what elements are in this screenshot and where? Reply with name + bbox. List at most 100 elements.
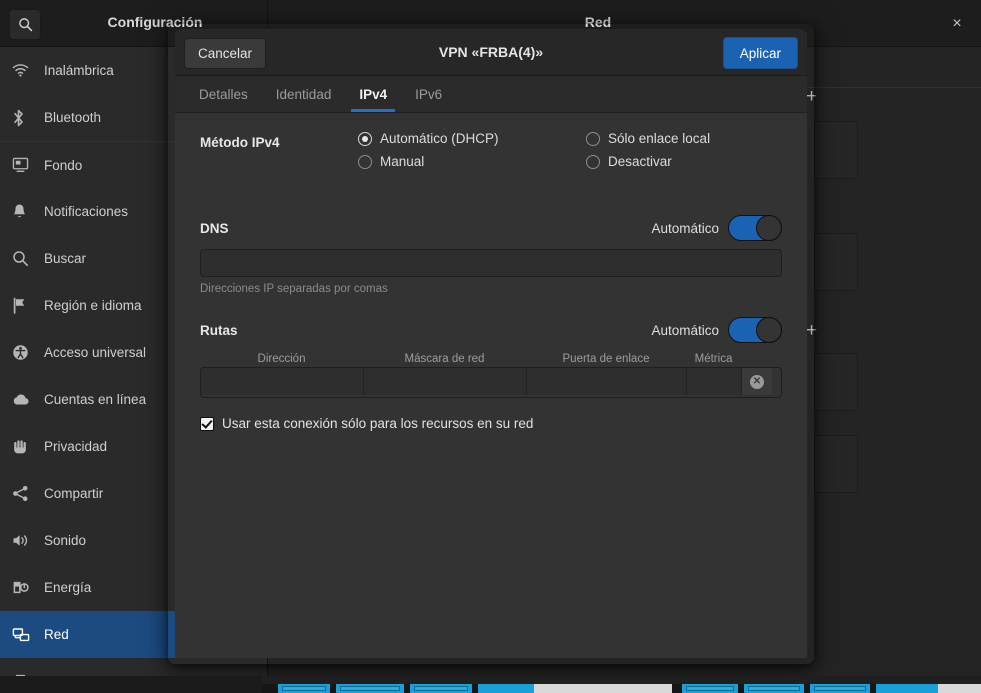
sidebar-item-dispositivos[interactable]: Dispositivos ›	[0, 658, 267, 676]
search-icon	[12, 249, 40, 269]
tab-label: IPv6	[415, 86, 443, 102]
sidebar-item-label: Fondo	[44, 157, 83, 173]
taskbar-item[interactable]	[682, 684, 738, 693]
taskbar-gap	[262, 684, 278, 693]
routes-column-actions	[741, 353, 771, 365]
apply-button-label: Aplicar	[739, 45, 781, 61]
sidebar-item-label: Inalámbrica	[44, 63, 114, 78]
dialog-tabs: Detalles Identidad IPv4 IPv6	[175, 76, 807, 113]
radio-label: Automático (DHCP)	[380, 131, 499, 146]
vpn-connection-dialog: Cancelar VPN «FRBA(4)» Aplicar Detalles …	[175, 29, 807, 658]
network-card[interactable]	[814, 121, 858, 179]
sidebar-item-label: Acceso universal	[44, 345, 147, 360]
sidebar-item-label: Privacidad	[44, 439, 108, 454]
radio-mark-icon	[358, 154, 372, 169]
cancel-button[interactable]: Cancelar	[184, 38, 267, 69]
taskbar-item[interactable]	[744, 684, 804, 693]
sidebar-title: Configuración	[107, 14, 203, 30]
ipv4-tab-content: Método IPv4 Automático (DHCP) Sólo enlac…	[175, 113, 807, 658]
cancel-button-label: Cancelar	[198, 46, 253, 61]
tab-ipv4[interactable]: IPv4	[345, 76, 401, 112]
network-card[interactable]	[814, 353, 858, 411]
radio-label: Desactivar	[608, 154, 672, 169]
toggle-knob	[756, 317, 782, 343]
add-connection-button-bridge[interactable]: +	[806, 321, 817, 340]
radio-mark-icon	[586, 154, 600, 169]
dialog-title: VPN «FRBA(4)»	[438, 44, 544, 60]
restrict-connection-checkbox-row[interactable]: Usar esta conexión sólo para los recurso…	[200, 416, 782, 431]
close-circle-icon: ✕	[750, 374, 764, 389]
ipv4-method-section: Método IPv4 Automático (DHCP) Sólo enlac…	[200, 131, 782, 193]
sidebar-item-label: Bluetooth	[44, 110, 102, 125]
window-bottom-edge	[262, 676, 981, 684]
add-connection-button-vpn[interactable]: +	[806, 87, 817, 106]
tab-detalles[interactable]: Detalles	[185, 76, 262, 112]
taskbar-item[interactable]	[410, 684, 472, 693]
radio-desactivar[interactable]: Desactivar	[586, 154, 778, 169]
routes-auto-label: Automático	[651, 322, 719, 338]
radio-label: Manual	[380, 154, 425, 169]
network-icon	[12, 625, 40, 645]
plus-icon: +	[806, 320, 818, 341]
ipv4-method-radio-group: Automático (DHCP) Sólo enlace local Manu…	[358, 131, 778, 169]
routes-column-metrica: Métrica	[694, 353, 733, 365]
taskbar-item[interactable]	[478, 684, 534, 693]
wallpaper-icon	[12, 155, 40, 175]
routes-label: Rutas	[200, 322, 238, 338]
routes-section-header: Rutas Automático	[200, 315, 782, 345]
route-puerta-cell[interactable]	[527, 368, 687, 395]
radio-mark-icon	[586, 131, 600, 146]
window-close-button[interactable]: ×	[947, 14, 967, 34]
taskbar-item[interactable]	[278, 684, 330, 693]
ipv4-method-label: Método IPv4	[200, 135, 280, 150]
tab-ipv6[interactable]: IPv6	[401, 76, 456, 112]
dns-label: DNS	[200, 220, 229, 236]
toggle-knob	[756, 215, 782, 241]
radio-solo-enlace-local[interactable]: Sólo enlace local	[586, 131, 778, 146]
dns-auto-toggle[interactable]	[728, 215, 782, 241]
taskbar-item[interactable]	[876, 684, 938, 693]
routes-auto-control: Automático	[651, 315, 782, 345]
strip-left-filler	[0, 676, 262, 693]
route-mascara-cell[interactable]	[364, 368, 527, 395]
route-delete-button[interactable]: ✕	[742, 368, 772, 395]
routes-column-puerta: Puerta de enlace	[562, 353, 650, 365]
dns-servers-input[interactable]	[200, 249, 782, 277]
network-card[interactable]	[814, 233, 858, 291]
tab-label: IPv4	[359, 86, 388, 102]
radio-automatico-dhcp[interactable]: Automático (DHCP)	[358, 131, 586, 146]
routes-column-direccion: Dirección	[257, 353, 306, 365]
routes-table-header: Dirección Máscara de red Puerta de enlac…	[200, 353, 782, 365]
flag-icon	[12, 296, 40, 316]
taskbar-item[interactable]	[336, 684, 404, 693]
tab-label: Identidad	[275, 86, 332, 102]
plus-icon: +	[806, 86, 818, 107]
bell-icon	[12, 202, 40, 222]
routes-auto-toggle[interactable]	[728, 317, 782, 343]
taskbar-gap	[672, 684, 682, 693]
network-card[interactable]	[814, 435, 858, 493]
bottom-desktop-strip	[0, 676, 981, 693]
route-direccion-cell[interactable]	[201, 368, 364, 395]
radio-mark-icon	[358, 131, 372, 146]
settings-window: Configuración Red × Inalámbrica Bluetoot…	[0, 0, 981, 676]
route-metrica-cell[interactable]	[687, 368, 742, 395]
sidebar-item-label: Energía	[44, 580, 92, 595]
radio-manual[interactable]: Manual	[358, 154, 586, 169]
apply-button[interactable]: Aplicar	[722, 37, 798, 69]
sidebar-item-label: Cuentas en línea	[44, 392, 147, 407]
dns-section-header: DNS Automático	[200, 213, 782, 243]
checkbox-icon[interactable]	[200, 416, 214, 431]
search-button[interactable]	[9, 9, 41, 40]
dns-auto-control: Automático	[651, 213, 782, 243]
hand-icon	[12, 437, 40, 457]
speaker-icon	[12, 531, 40, 551]
bluetooth-icon	[12, 108, 40, 128]
taskbar-item[interactable]	[810, 684, 870, 693]
sidebar-item-label: Compartir	[44, 486, 104, 501]
dialog-headerbar: Cancelar VPN «FRBA(4)» Aplicar	[175, 29, 807, 76]
search-icon	[18, 17, 33, 32]
panel-title: Red	[584, 14, 612, 30]
tab-identidad[interactable]: Identidad	[262, 76, 346, 112]
wifi-icon	[12, 61, 40, 81]
